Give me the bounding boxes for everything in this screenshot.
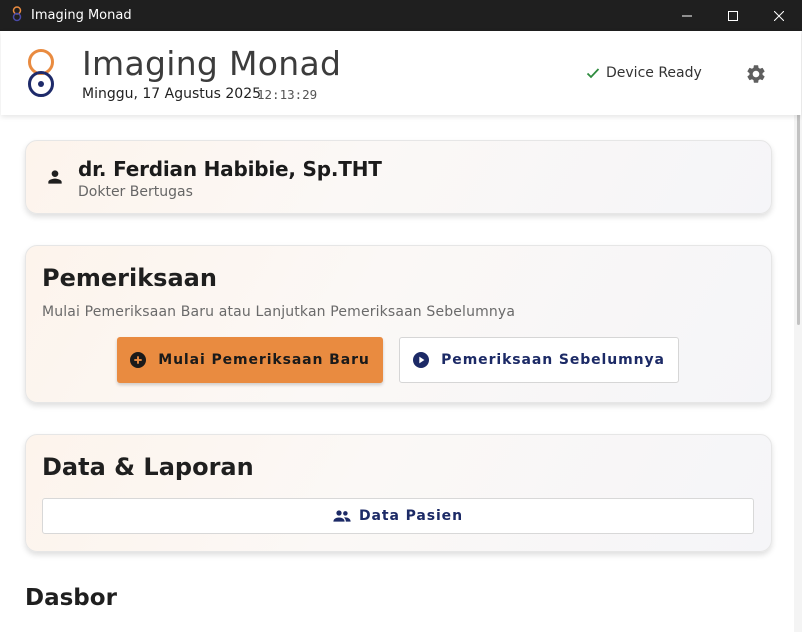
doctor-card: dr. Ferdian Habibie, Sp.THT Dokter Bertu… xyxy=(25,140,772,214)
check-icon xyxy=(586,68,600,79)
maximize-icon xyxy=(728,10,738,21)
reports-title: Data & Laporan xyxy=(42,453,254,481)
doctor-role: Dokter Bertugas xyxy=(78,184,193,200)
device-status-label: Device Ready xyxy=(606,65,702,81)
app-header: Imaging Monad Minggu, 17 Agustus 2025 12… xyxy=(1,31,801,115)
examination-subtitle: Mulai Pemeriksaan Baru atau Lanjutkan Pe… xyxy=(42,304,516,320)
current-time: 12:13:29 xyxy=(257,87,318,102)
minimize-button[interactable] xyxy=(664,0,710,31)
play-circle-icon xyxy=(413,352,430,368)
examination-title: Pemeriksaan xyxy=(42,264,217,292)
patient-data-button[interactable]: Data Pasien xyxy=(42,498,754,534)
group-icon xyxy=(333,510,351,522)
app-icon xyxy=(12,6,22,22)
new-examination-label: Mulai Pemeriksaan Baru xyxy=(158,352,370,368)
previous-examination-label: Pemeriksaan Sebelumnya xyxy=(441,352,665,368)
plus-circle-icon xyxy=(130,352,147,368)
doctor-name: dr. Ferdian Habibie, Sp.THT xyxy=(78,157,382,181)
device-status: Device Ready xyxy=(586,65,702,81)
new-examination-button[interactable]: Mulai Pemeriksaan Baru xyxy=(117,337,383,383)
minimize-icon xyxy=(682,15,692,16)
close-button[interactable] xyxy=(756,0,802,31)
reports-card: Data & Laporan Data Pasien xyxy=(25,434,772,552)
maximize-button[interactable] xyxy=(710,0,756,31)
dashboard-title: Dasbor xyxy=(25,585,117,611)
vertical-scrollbar[interactable] xyxy=(794,31,802,632)
monad-logo-icon xyxy=(28,49,54,97)
current-date: Minggu, 17 Agustus 2025 xyxy=(82,86,262,102)
person-icon xyxy=(48,170,62,184)
examination-card: Pemeriksaan Mulai Pemeriksaan Baru atau … xyxy=(25,245,772,403)
close-icon xyxy=(774,10,784,21)
patient-data-label: Data Pasien xyxy=(359,508,463,524)
window-titlebar: Imaging Monad xyxy=(0,0,802,31)
settings-button[interactable] xyxy=(743,61,769,87)
previous-examination-button[interactable]: Pemeriksaan Sebelumnya xyxy=(399,337,679,383)
gear-icon xyxy=(747,65,765,83)
app-title: Imaging Monad xyxy=(82,44,342,83)
window-title: Imaging Monad xyxy=(31,8,132,23)
